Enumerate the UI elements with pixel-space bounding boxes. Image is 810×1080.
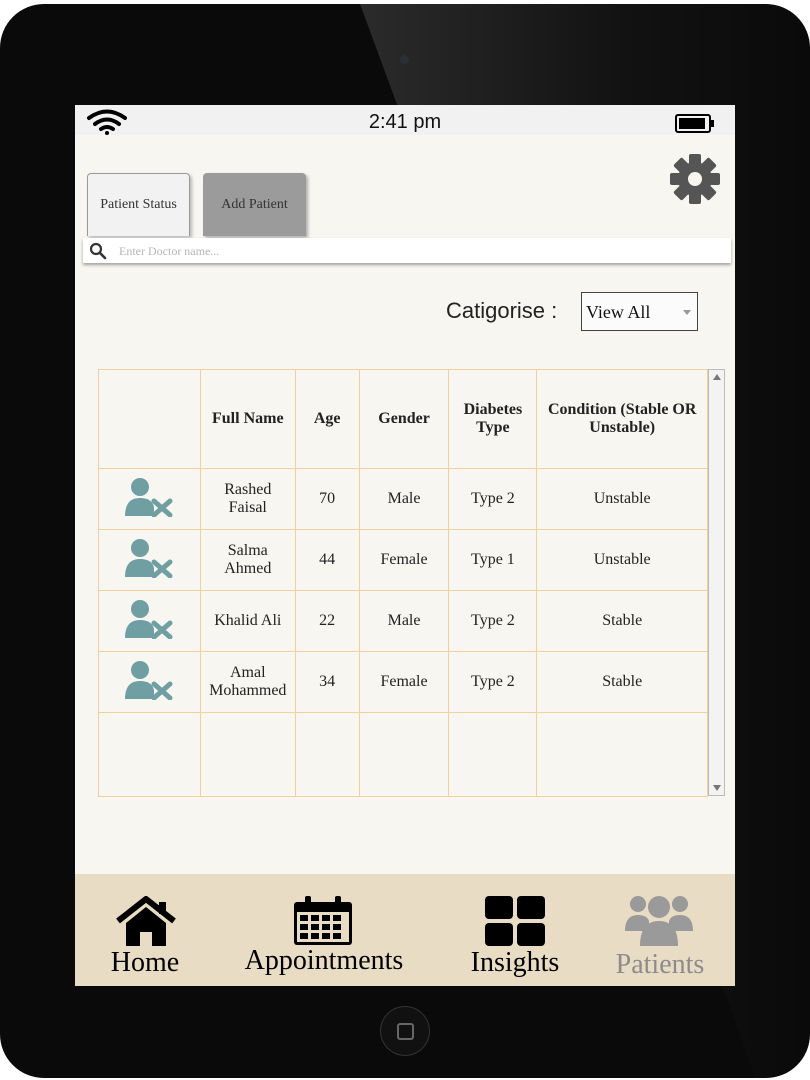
gear-icon[interactable] bbox=[669, 153, 721, 205]
table-row: Amal Mohammed 34 Female Type 2 Stable bbox=[98, 651, 708, 713]
patients-table: Full Name Age Gender Diabetes Type Condi… bbox=[98, 369, 708, 797]
app-screen: 2:41 pm Patient Status Add Patient Enter… bbox=[75, 105, 735, 986]
cell-condition: Unstable bbox=[536, 468, 708, 530]
header-age: Age bbox=[294, 369, 360, 469]
hardware-home-button[interactable] bbox=[380, 1006, 430, 1056]
status-time: 2:41 pm bbox=[368, 111, 442, 133]
cell-condition: Stable bbox=[536, 651, 708, 713]
nav-appointments-label: Appointments bbox=[244, 945, 404, 976]
cell-age: 70 bbox=[294, 468, 360, 530]
cell-condition: Unstable bbox=[536, 529, 708, 591]
calendar-icon bbox=[294, 896, 352, 945]
remove-user-icon[interactable] bbox=[124, 538, 174, 578]
cell-gender: Female bbox=[358, 529, 450, 591]
home-icon bbox=[116, 896, 176, 946]
cell-gender: Female bbox=[358, 651, 450, 713]
table-row-empty bbox=[98, 712, 708, 797]
header-diabetes-type: Diabetes Type bbox=[448, 369, 538, 469]
cell-gender: Male bbox=[358, 468, 450, 530]
remove-user-icon[interactable] bbox=[124, 660, 174, 700]
categorise-selected-value: View All bbox=[586, 302, 651, 322]
table-row: Khalid Ali 22 Male Type 2 Stable bbox=[98, 590, 708, 652]
cell-full-name: Rashed Faisal bbox=[199, 468, 296, 530]
status-bar: 2:41 pm bbox=[75, 105, 735, 135]
table-row: Salma Ahmed 44 Female Type 1 Unstable bbox=[98, 529, 708, 591]
table-header-row: Full Name Age Gender Diabetes Type Condi… bbox=[98, 369, 708, 469]
nav-home[interactable]: Home bbox=[105, 874, 185, 986]
header-condition: Condition (Stable OR Unstable) bbox=[536, 369, 708, 469]
nav-insights[interactable]: Insights bbox=[465, 874, 565, 986]
header-gender: Gender bbox=[358, 369, 450, 469]
table-scrollbar[interactable] bbox=[708, 369, 725, 796]
camera bbox=[400, 55, 409, 64]
nav-insights-label: Insights bbox=[470, 947, 560, 978]
bottom-nav: Home Appointments Insights Patients bbox=[75, 874, 735, 986]
tab-patient-status[interactable]: Patient Status bbox=[87, 173, 190, 236]
tablet-frame: 2:41 pm Patient Status Add Patient Enter… bbox=[0, 4, 810, 1078]
cell-age: 44 bbox=[294, 529, 360, 591]
cell-diabetes-type: Type 2 bbox=[448, 590, 538, 652]
cell-condition: Stable bbox=[536, 590, 708, 652]
cell-full-name: Salma Ahmed bbox=[199, 529, 296, 591]
scroll-down-arrow-icon[interactable] bbox=[713, 785, 721, 791]
grid-icon bbox=[485, 896, 545, 946]
tab-add-patient[interactable]: Add Patient bbox=[203, 173, 306, 236]
cell-diabetes-type: Type 1 bbox=[448, 529, 538, 591]
cell-full-name: Khalid Ali bbox=[199, 590, 296, 652]
cell-age: 22 bbox=[294, 590, 360, 652]
categorise-select[interactable]: View All bbox=[581, 292, 698, 331]
nav-patients[interactable]: Patients bbox=[605, 874, 715, 986]
nav-patients-label: Patients bbox=[615, 949, 705, 980]
cell-gender: Male bbox=[358, 590, 450, 652]
battery-icon bbox=[675, 114, 714, 133]
patients-table-container: Full Name Age Gender Diabetes Type Condi… bbox=[98, 369, 726, 797]
doctor-search-input[interactable] bbox=[117, 240, 721, 262]
users-icon bbox=[625, 896, 693, 946]
cell-full-name: Amal Mohammed bbox=[199, 651, 296, 713]
chevron-down-icon bbox=[683, 310, 691, 315]
scroll-up-arrow-icon[interactable] bbox=[713, 374, 721, 380]
cell-diabetes-type: Type 2 bbox=[448, 468, 538, 530]
remove-user-icon[interactable] bbox=[124, 599, 174, 639]
search-icon bbox=[89, 242, 107, 260]
header-full-name: Full Name bbox=[199, 369, 296, 469]
cell-diabetes-type: Type 2 bbox=[448, 651, 538, 713]
nav-home-label: Home bbox=[110, 947, 180, 978]
search-bar bbox=[83, 238, 731, 263]
remove-user-icon[interactable] bbox=[124, 477, 174, 517]
categorise-label: Catigorise : bbox=[446, 298, 558, 323]
table-row: Rashed Faisal 70 Male Type 2 Unstable bbox=[98, 468, 708, 530]
cell-age: 34 bbox=[294, 651, 360, 713]
header-actions bbox=[98, 369, 201, 469]
nav-appointments[interactable]: Appointments bbox=[239, 874, 409, 986]
